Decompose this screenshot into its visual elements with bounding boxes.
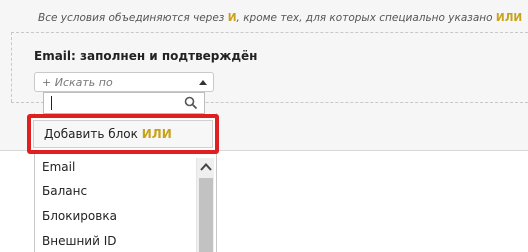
divider-left	[11, 32, 12, 102]
add-or-block-text: Добавить блок ИЛИ	[44, 127, 172, 141]
hint-and-keyword: И	[227, 12, 237, 24]
hint-text: Все условия объединяются через И, кроме …	[38, 12, 522, 24]
search-by-select[interactable]: + Искать по	[34, 72, 214, 92]
list-item[interactable]: Email	[42, 160, 75, 174]
scroll-up-icon[interactable]	[198, 159, 214, 175]
scrollbar-thumb[interactable]	[199, 178, 213, 252]
search-field[interactable]	[43, 92, 205, 114]
condition-label: Email: заполнен и подтверждён	[34, 49, 258, 63]
select-placeholder: + Искать по	[42, 76, 113, 89]
divider-top	[11, 32, 528, 33]
list-item[interactable]: Внешний ID	[42, 234, 116, 248]
search-input[interactable]	[44, 93, 184, 113]
add-block-label: Добавить блок	[44, 127, 138, 141]
add-or-block-option[interactable]: Добавить блок ИЛИ	[27, 114, 219, 154]
list-item[interactable]: Баланс	[42, 184, 87, 198]
scrollbar[interactable]	[196, 158, 214, 252]
add-block-keyword: ИЛИ	[141, 127, 172, 141]
hint-prefix: Все условия объединяются через	[38, 12, 225, 24]
hint-or-keyword: ИЛИ	[495, 12, 523, 24]
search-icon	[184, 96, 198, 110]
caret-up-icon[interactable]	[199, 80, 207, 85]
list-item[interactable]: Блокировка	[42, 209, 117, 223]
text-cursor	[51, 96, 52, 110]
hint-middle: , кроме тех, для которых специально указ…	[236, 12, 493, 24]
